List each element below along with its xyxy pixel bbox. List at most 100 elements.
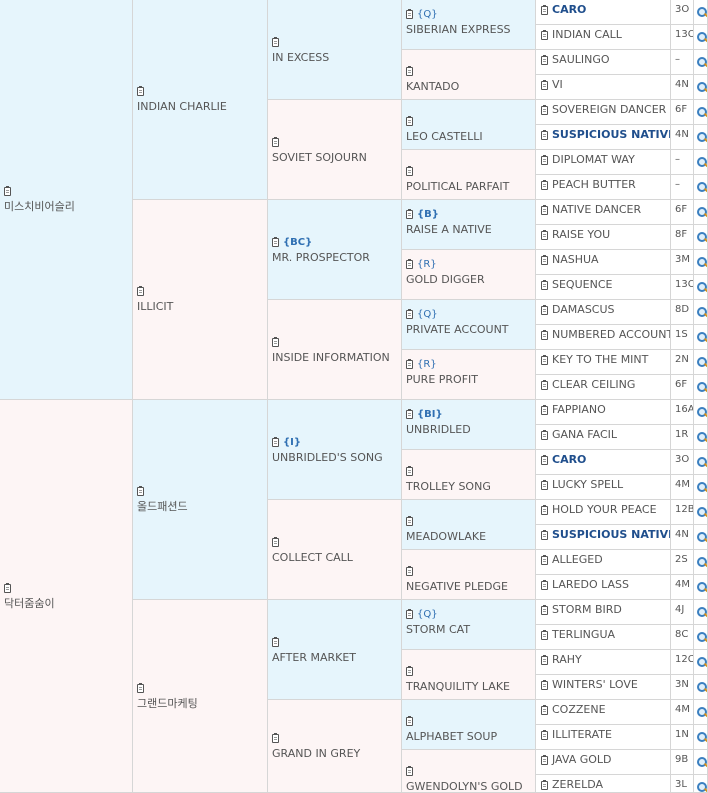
clipboard-icon[interactable] — [541, 229, 548, 240]
horse-name-link[interactable]: INDIAN CALL — [552, 25, 622, 45]
clipboard-icon[interactable] — [406, 358, 413, 369]
horse-name-link[interactable]: JAVA GOLD — [552, 750, 612, 770]
horse-name-link[interactable]: UNBRIDLED'S SONG — [272, 451, 383, 464]
horse-name-link[interactable]: HOLD YOUR PEACE — [552, 500, 657, 520]
search-icon[interactable] — [697, 207, 707, 218]
horse-name-link[interactable]: PEACH BUTTER — [552, 175, 636, 195]
horse-name-link[interactable]: MEADOWLAKE — [406, 530, 486, 543]
clipboard-icon[interactable] — [541, 329, 548, 340]
clipboard-icon[interactable] — [541, 404, 548, 415]
horse-name-link[interactable]: ALLEGED — [552, 550, 603, 570]
horse-name-link[interactable]: VI — [552, 75, 563, 95]
clipboard-icon[interactable] — [406, 715, 413, 726]
search-icon[interactable] — [697, 782, 707, 792]
clipboard-icon[interactable] — [137, 286, 144, 296]
horse-name-link[interactable]: RAHY — [552, 650, 582, 670]
clipboard-icon[interactable] — [541, 279, 548, 290]
search-icon[interactable] — [697, 457, 707, 468]
horse-name-link[interactable]: UNBRIDLED — [406, 423, 471, 436]
horse-name-link[interactable]: SOVEREIGN DANCER — [552, 100, 666, 120]
clipboard-icon[interactable] — [4, 186, 11, 196]
search-icon[interactable] — [697, 607, 707, 618]
horse-name-link[interactable]: INDIAN CHARLIE — [137, 100, 227, 113]
clipboard-icon[interactable] — [541, 504, 548, 515]
horse-name-link[interactable]: MR. PROSPECTOR — [272, 251, 370, 264]
clipboard-icon[interactable] — [541, 654, 548, 665]
search-icon[interactable] — [697, 432, 707, 443]
clipboard-icon[interactable] — [541, 79, 548, 90]
clipboard-icon[interactable] — [406, 515, 413, 526]
search-icon[interactable] — [697, 32, 707, 43]
horse-name-link[interactable]: GRAND IN GREY — [272, 747, 360, 760]
horse-name-link[interactable]: GANA FACIL — [552, 425, 617, 445]
horse-name-link[interactable]: ILLITERATE — [552, 725, 612, 745]
clipboard-icon[interactable] — [272, 536, 279, 547]
horse-name-link[interactable]: PURE PROFIT — [406, 373, 478, 386]
horse-name-link[interactable]: AFTER MARKET — [272, 651, 356, 664]
clipboard-icon[interactable] — [272, 136, 279, 147]
search-icon[interactable] — [697, 707, 707, 718]
horse-name-link[interactable]: 미스치비어슬리 — [4, 198, 75, 214]
horse-name-link[interactable]: LUCKY SPELL — [552, 475, 623, 495]
clipboard-icon[interactable] — [541, 704, 548, 715]
clipboard-icon[interactable] — [272, 236, 279, 247]
search-icon[interactable] — [697, 357, 707, 368]
horse-name-link[interactable]: DIPLOMAT WAY — [552, 150, 635, 170]
horse-name-link[interactable]: GWENDOLYN'S GOLD — [406, 780, 523, 793]
search-icon[interactable] — [697, 257, 707, 268]
clipboard-icon[interactable] — [272, 36, 279, 47]
horse-name-link[interactable]: COLLECT CALL — [272, 551, 353, 564]
horse-name-link[interactable]: TRANQUILITY LAKE — [406, 680, 510, 693]
horse-name-link[interactable]: CARO — [552, 450, 586, 470]
horse-name-link[interactable]: DAMASCUS — [552, 300, 615, 320]
horse-name-link[interactable]: KEY TO THE MINT — [552, 350, 648, 370]
horse-name-link[interactable]: SIBERIAN EXPRESS — [406, 23, 511, 36]
horse-name-link[interactable]: 그랜드마케팅 — [137, 695, 198, 711]
horse-name-link[interactable]: POLITICAL PARFAIT — [406, 180, 509, 193]
clipboard-icon[interactable] — [541, 179, 548, 190]
clipboard-icon[interactable] — [541, 679, 548, 690]
search-icon[interactable] — [697, 657, 707, 668]
clipboard-icon[interactable] — [406, 8, 413, 19]
clipboard-icon[interactable] — [541, 554, 548, 565]
clipboard-icon[interactable] — [541, 154, 548, 165]
clipboard-icon[interactable] — [406, 765, 413, 776]
horse-name-link[interactable]: RAISE YOU — [552, 225, 610, 245]
horse-name-link[interactable]: PRIVATE ACCOUNT — [406, 323, 509, 336]
horse-name-link[interactable]: ALPHABET SOUP — [406, 730, 497, 743]
search-icon[interactable] — [697, 682, 707, 693]
horse-name-link[interactable]: SAULINGO — [552, 50, 610, 70]
search-icon[interactable] — [697, 757, 707, 768]
search-icon[interactable] — [697, 507, 707, 518]
clipboard-icon[interactable] — [541, 754, 548, 765]
horse-name-link[interactable]: TROLLEY SONG — [406, 480, 491, 493]
search-icon[interactable] — [697, 332, 707, 343]
search-icon[interactable] — [697, 157, 707, 168]
horse-name-link[interactable]: KANTADO — [406, 80, 459, 93]
horse-name-link[interactable]: NASHUA — [552, 250, 599, 270]
clipboard-icon[interactable] — [541, 729, 548, 740]
horse-name-link[interactable]: SEQUENCE — [552, 275, 612, 295]
clipboard-icon[interactable] — [541, 104, 548, 115]
clipboard-icon[interactable] — [541, 454, 548, 465]
clipboard-icon[interactable] — [137, 486, 144, 496]
clipboard-icon[interactable] — [541, 29, 548, 40]
clipboard-icon[interactable] — [406, 165, 413, 176]
clipboard-icon[interactable] — [541, 779, 548, 790]
clipboard-icon[interactable] — [406, 408, 413, 419]
clipboard-icon[interactable] — [541, 204, 548, 215]
search-icon[interactable] — [697, 532, 707, 543]
clipboard-icon[interactable] — [272, 436, 279, 447]
horse-name-link[interactable]: STORM BIRD — [552, 600, 622, 620]
clipboard-icon[interactable] — [541, 629, 548, 640]
horse-name-link[interactable]: CARO — [552, 0, 586, 20]
clipboard-icon[interactable] — [541, 604, 548, 615]
search-icon[interactable] — [697, 282, 707, 293]
clipboard-icon[interactable] — [4, 582, 11, 593]
clipboard-icon[interactable] — [406, 258, 413, 269]
horse-name-link[interactable]: SOVIET SOJOURN — [272, 151, 367, 164]
horse-name-link[interactable]: NEGATIVE PLEDGE — [406, 580, 508, 593]
search-icon[interactable] — [697, 7, 707, 18]
clipboard-icon[interactable] — [541, 4, 548, 15]
search-icon[interactable] — [697, 107, 707, 118]
